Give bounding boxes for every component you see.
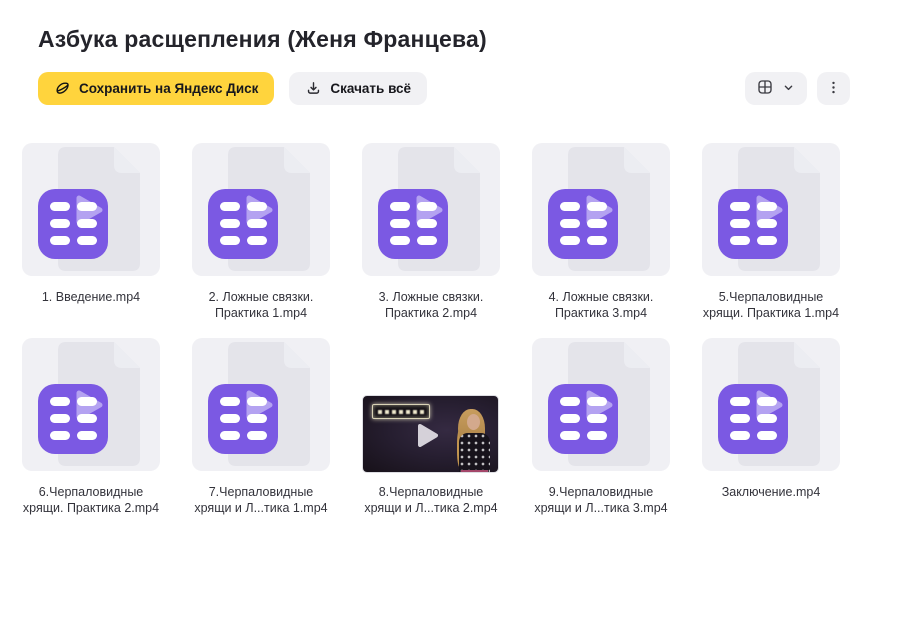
file-placeholder	[192, 338, 330, 471]
video-file-icon	[38, 384, 108, 454]
page-title: Азбука расщепления (Женя Францева)	[38, 26, 848, 53]
neon-sign	[372, 404, 430, 419]
download-all-label: Скачать всё	[330, 81, 411, 96]
file-placeholder	[532, 338, 670, 471]
video-file-icon	[208, 384, 278, 454]
play-icon	[416, 422, 440, 449]
file-tile[interactable]: 2. Ложные связки. Практика 1.mp4	[192, 143, 330, 321]
file-placeholder	[22, 338, 160, 471]
video-file-icon	[208, 189, 278, 259]
file-name: 4. Ложные связки. Практика 3.mp4	[515, 289, 687, 321]
file-placeholder	[22, 143, 160, 276]
save-to-disk-label: Сохранить на Яндекс Диск	[79, 81, 258, 96]
file-tile[interactable]: 3. Ложные связки. Практика 2.mp4	[362, 143, 500, 321]
chevron-down-icon	[781, 80, 796, 98]
file-placeholder	[532, 143, 670, 276]
file-tile[interactable]: 9.Черпаловидные хрящи и Л...тика 3.mp4	[532, 338, 670, 516]
video-file-icon	[548, 189, 618, 259]
file-tile[interactable]: 6.Черпаловидные хрящи. Практика 2.mp4	[22, 338, 160, 516]
file-tile[interactable]: 5.Черпаловидные хрящи. Практика 1.mp4	[702, 143, 840, 321]
file-name: 1. Введение.mp4	[5, 289, 177, 305]
file-name: 3. Ложные связки. Практика 2.mp4	[345, 289, 517, 321]
kebab-menu-icon	[825, 79, 842, 99]
file-tile[interactable]: 7.Черпаловидные хрящи и Л...тика 1.mp4	[192, 338, 330, 516]
file-tile[interactable]: 4. Ложные связки. Практика 3.mp4	[532, 143, 670, 321]
file-name: 8.Черпаловидные хрящи и Л...тика 2.mp4	[345, 484, 517, 516]
file-name: 7.Черпаловидные хрящи и Л...тика 1.mp4	[175, 484, 347, 516]
file-placeholder	[362, 143, 500, 276]
file-placeholder	[702, 143, 840, 276]
yandex-disk-logo-icon	[54, 80, 71, 97]
header: Азбука расщепления (Женя Францева)	[0, 0, 900, 53]
file-name: Заключение.mp4	[685, 484, 857, 500]
save-to-disk-button[interactable]: Сохранить на Яндекс Диск	[38, 72, 274, 105]
video-thumbnail	[362, 395, 499, 473]
file-tile[interactable]: 1. Введение.mp4	[22, 143, 160, 321]
grid-view-icon	[756, 78, 774, 99]
video-file-icon	[548, 384, 618, 454]
file-tile[interactable]: Заключение.mp4	[702, 338, 840, 516]
video-file-icon	[378, 189, 448, 259]
video-file-icon	[718, 189, 788, 259]
file-grid: 1. Введение.mp4 2. Ложные связки. Практи…	[22, 143, 840, 516]
file-name: 6.Черпаловидные хрящи. Практика 2.mp4	[5, 484, 177, 516]
file-name: 5.Черпаловидные хрящи. Практика 1.mp4	[685, 289, 857, 321]
toolbar-right	[745, 72, 850, 105]
more-actions-button[interactable]	[817, 72, 850, 105]
file-name: 9.Черпаловидные хрящи и Л...тика 3.mp4	[515, 484, 687, 516]
file-tile[interactable]: 8.Черпаловидные хрящи и Л...тика 2.mp4	[362, 338, 500, 516]
toolbar: Сохранить на Яндекс Диск Скачать всё	[0, 53, 900, 105]
view-mode-button[interactable]	[745, 72, 807, 105]
file-name: 2. Ложные связки. Практика 1.mp4	[175, 289, 347, 321]
download-all-button[interactable]: Скачать всё	[289, 72, 427, 105]
file-placeholder	[192, 143, 330, 276]
file-placeholder	[702, 338, 840, 471]
video-file-icon	[718, 384, 788, 454]
download-icon	[305, 80, 322, 97]
video-file-icon	[38, 189, 108, 259]
